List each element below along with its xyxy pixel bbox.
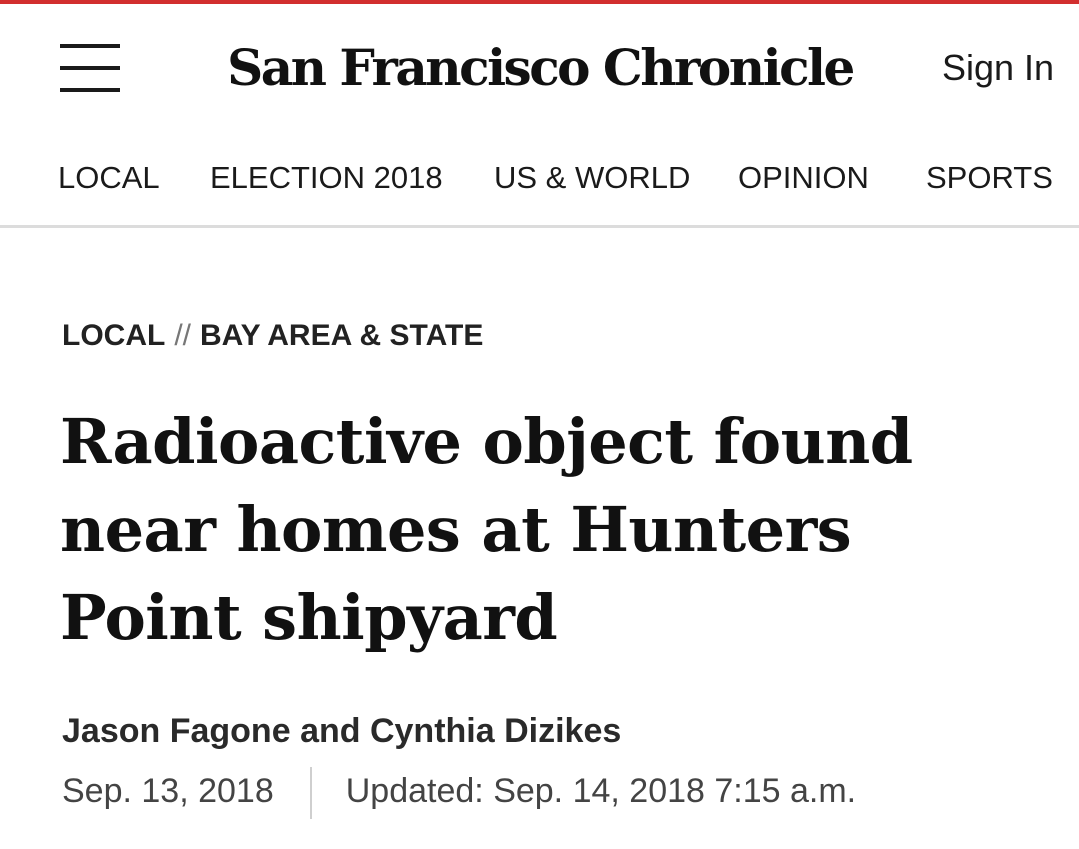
nav-item-sports[interactable]: SPORTS xyxy=(926,150,1053,206)
site-header: San Francisco Chronicle Sign In xyxy=(0,4,1079,130)
breadcrumb-section[interactable]: LOCAL xyxy=(62,319,165,352)
nav-item-us-world[interactable]: US & WORLD xyxy=(494,150,690,206)
nav-divider xyxy=(0,225,1079,228)
nav-item-opinion[interactable]: OPINION xyxy=(738,150,869,206)
updated-date: Updated: Sep. 14, 2018 7:15 a.m. xyxy=(345,772,857,810)
article-headline: Radioactive object found near homes at H… xyxy=(60,405,913,654)
article-dates: Sep. 13, 2018 Updated: Sep. 14, 2018 7:15… xyxy=(62,766,857,820)
masthead-logo[interactable]: San Francisco Chronicle xyxy=(210,28,870,108)
author-link[interactable]: Jason Fagone xyxy=(62,712,291,750)
nav-item-local[interactable]: LOCAL xyxy=(58,150,160,206)
nav-item-election-2018[interactable]: ELECTION 2018 xyxy=(210,150,443,206)
byline-joiner: and xyxy=(300,712,361,750)
hamburger-menu-icon[interactable] xyxy=(60,44,120,92)
section-nav: LOCAL ELECTION 2018 US & WORLD OPINION S… xyxy=(0,150,1079,206)
menu-line xyxy=(60,66,120,70)
published-date: Sep. 13, 2018 xyxy=(62,772,274,810)
menu-line xyxy=(60,88,120,92)
breadcrumb-separator: // xyxy=(174,319,191,352)
breadcrumb: LOCAL // BAY AREA & STATE xyxy=(62,314,483,358)
menu-line xyxy=(60,44,120,48)
breadcrumb-subsection[interactable]: BAY AREA & STATE xyxy=(200,319,483,352)
sign-in-link[interactable]: Sign In xyxy=(942,44,1062,92)
byline: Jason Fagone and Cynthia Dizikes xyxy=(62,708,621,754)
author-link[interactable]: Cynthia Dizikes xyxy=(370,712,621,750)
date-divider xyxy=(309,767,312,820)
